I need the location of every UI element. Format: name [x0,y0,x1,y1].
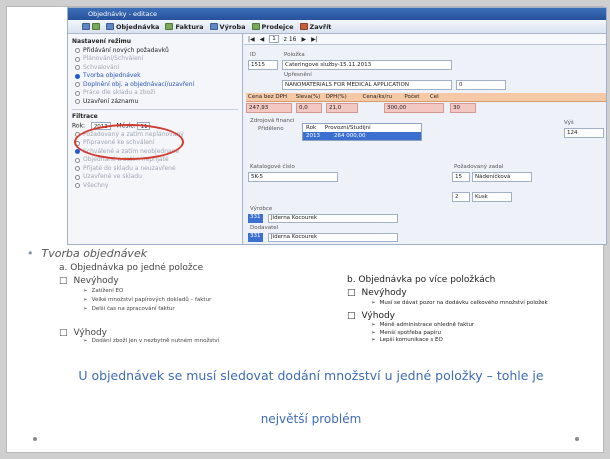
filter-item[interactable]: Všechny [72,182,238,191]
menu-prodejce[interactable]: Prodejce [251,23,294,31]
filter-item[interactable]: Přijaté do skladu a neuzavřené [72,165,238,174]
mode-sidebar: Nastavení režimu Přidávání nových požada… [68,34,243,244]
table-header: Rok Provozní/Studijní [306,125,371,131]
filter-title: Filtrace [72,113,98,120]
list-item: Méně administrace ohledně faktur [371,322,567,328]
app-icon [82,23,100,30]
record-form: |◀ ◀ 1 z 16 ▶ ▶| ID 1515 Položka Caterin… [244,34,606,244]
list-item: Musí se dávat pozor na dodávku celkového… [347,300,567,307]
menu-zavrit[interactable]: Zavřít [299,23,331,31]
column-a: a. Objednávka po jedné položce Nevýhody … [59,263,319,344]
record-number[interactable]: 1 [269,35,279,43]
polozka-field[interactable]: Cateringové služby-15.11.2013 [282,60,452,70]
menu-vyroba[interactable]: Výroba [209,23,246,31]
dodavatel-select[interactable]: Jiderna Kocourek [268,233,398,242]
id-label: ID [250,52,256,58]
heading-b: b. Objednávka po více položkách [347,275,496,285]
mode-item[interactable]: Přidávání nových požadavků [72,47,238,56]
vyrobce-label: Výrobce [250,206,273,212]
overlay-text: U objednávek se musí sledovat dodání mno… [78,368,544,383]
zdroj-label: Zdrojová financi [250,118,295,124]
upresneni-label: Upřesnění [284,72,312,78]
katalog-field[interactable]: 5K-5 [248,172,338,182]
highlight-circle [74,124,184,160]
slide-dot [33,437,37,441]
nevyhody-a: Nevýhody [59,276,319,286]
vyrobce-num[interactable]: 331 [248,214,263,223]
first-record-icon[interactable]: |◀ [248,36,255,43]
close-icon [299,23,308,30]
nevyhody-b: Nevýhody [347,288,567,298]
slide: Objednávky - editace Objednávka Faktura … [6,6,607,453]
pocet-field[interactable]: 0 [456,80,506,90]
pricing-header: Cena bez DPH Sleva(%) DPH(%) Cena/ks/ru … [246,93,606,102]
table-row[interactable]: 2013 264 000,00 [303,132,421,140]
factory-icon [209,23,218,30]
list-item: Delší čas na zpracování faktur [83,306,319,312]
vys-label: Výš [564,120,574,126]
dodavatel-label: Dodavatel [250,225,279,231]
vat-field[interactable]: 21,0 [326,103,358,113]
list-item: Menší spotřeba papíru [371,330,567,336]
mode-item-selected[interactable]: Tvorba objednávek [72,72,238,81]
last-record-icon[interactable]: ▶| [311,36,318,43]
record-count: z 16 [283,35,297,43]
order-icon [106,23,114,30]
record-navigator: |◀ ◀ 1 z 16 ▶ ▶| [244,34,606,45]
menu-faktura[interactable]: Faktura [165,23,204,31]
katalog-label: Katalogové číslo [250,164,295,170]
count-field[interactable]: 30 [450,103,476,113]
mode-item[interactable]: Uzavření záznamu [72,98,238,107]
filter-item[interactable]: Uzavřené ve skladu [72,173,238,182]
prideleno-label: Přiděleno [258,126,284,132]
pozadovany-name[interactable]: Nádeníčková [472,172,532,182]
vyhody-a: Výhody [59,328,319,338]
overlay-text-2: největší problém [260,412,362,426]
year-label: Rok: [72,122,86,129]
invoice-icon [165,23,174,30]
vyhody-b: Výhody [347,311,567,321]
mode-section-title: Nastavení režimu [72,38,132,45]
list-item: Zatížení EO [83,288,319,294]
seller-icon [251,23,260,30]
heading-a: a. Objednávka po jedné položce [59,263,204,273]
pozadovany-label: Požadovaný zadal [454,164,504,170]
funding-table: Rok Provozní/Studijní 2013 264 000,00 [302,123,422,141]
pozadovany-num[interactable]: 15 [452,172,470,182]
column-b: b. Objednávka po více položkách Nevýhody… [347,275,567,343]
slide-dot [575,437,579,441]
mode-item[interactable]: Práce dle skladu a zboží [72,89,238,98]
vys-field[interactable]: 124 [564,128,604,138]
list-item: Velké množství papírových dokladů – fakt… [83,297,319,303]
list-item: Dodání zboží jen v nezbytně nutném množs… [59,338,319,344]
dodavatel-num[interactable]: 331 [248,233,263,242]
mode-item[interactable]: Doplnění obj. a objednávací/uzavření [72,81,238,90]
id-field[interactable]: 1515 [248,60,278,70]
prev-record-icon[interactable]: ◀ [260,36,265,43]
jednotka-field[interactable]: Kusk [472,192,512,202]
jednotka-num[interactable]: 2 [452,192,470,202]
next-record-icon[interactable]: ▶ [301,36,306,43]
app-screenshot: Objednávky - editace Objednávka Faktura … [67,7,607,245]
main-bullet: • Tvorba objednávek [27,247,148,260]
list-item: Lepší komunikace s EO [371,337,567,343]
mode-item[interactable]: Schvalování [72,64,238,73]
menu-objednavka[interactable]: Objednávka [106,23,159,31]
unit-price-field[interactable]: 300,00 [384,103,444,113]
price-field[interactable]: 247,93 [246,103,292,113]
menubar: Objednávka Faktura Výroba Prodejce Zavří… [68,20,606,34]
polozka-label: Položka [284,52,305,58]
upresneni-field[interactable]: NANOMATERIALS FOR MEDICAL APPLICATION [282,80,452,90]
window-title: Objednávky - editace [68,8,606,20]
discount-field[interactable]: 0,0 [296,103,322,113]
vyrobce-select[interactable]: Jiderna Kocourek [268,214,398,223]
mode-item[interactable]: Plánování/Schválení [72,55,238,64]
